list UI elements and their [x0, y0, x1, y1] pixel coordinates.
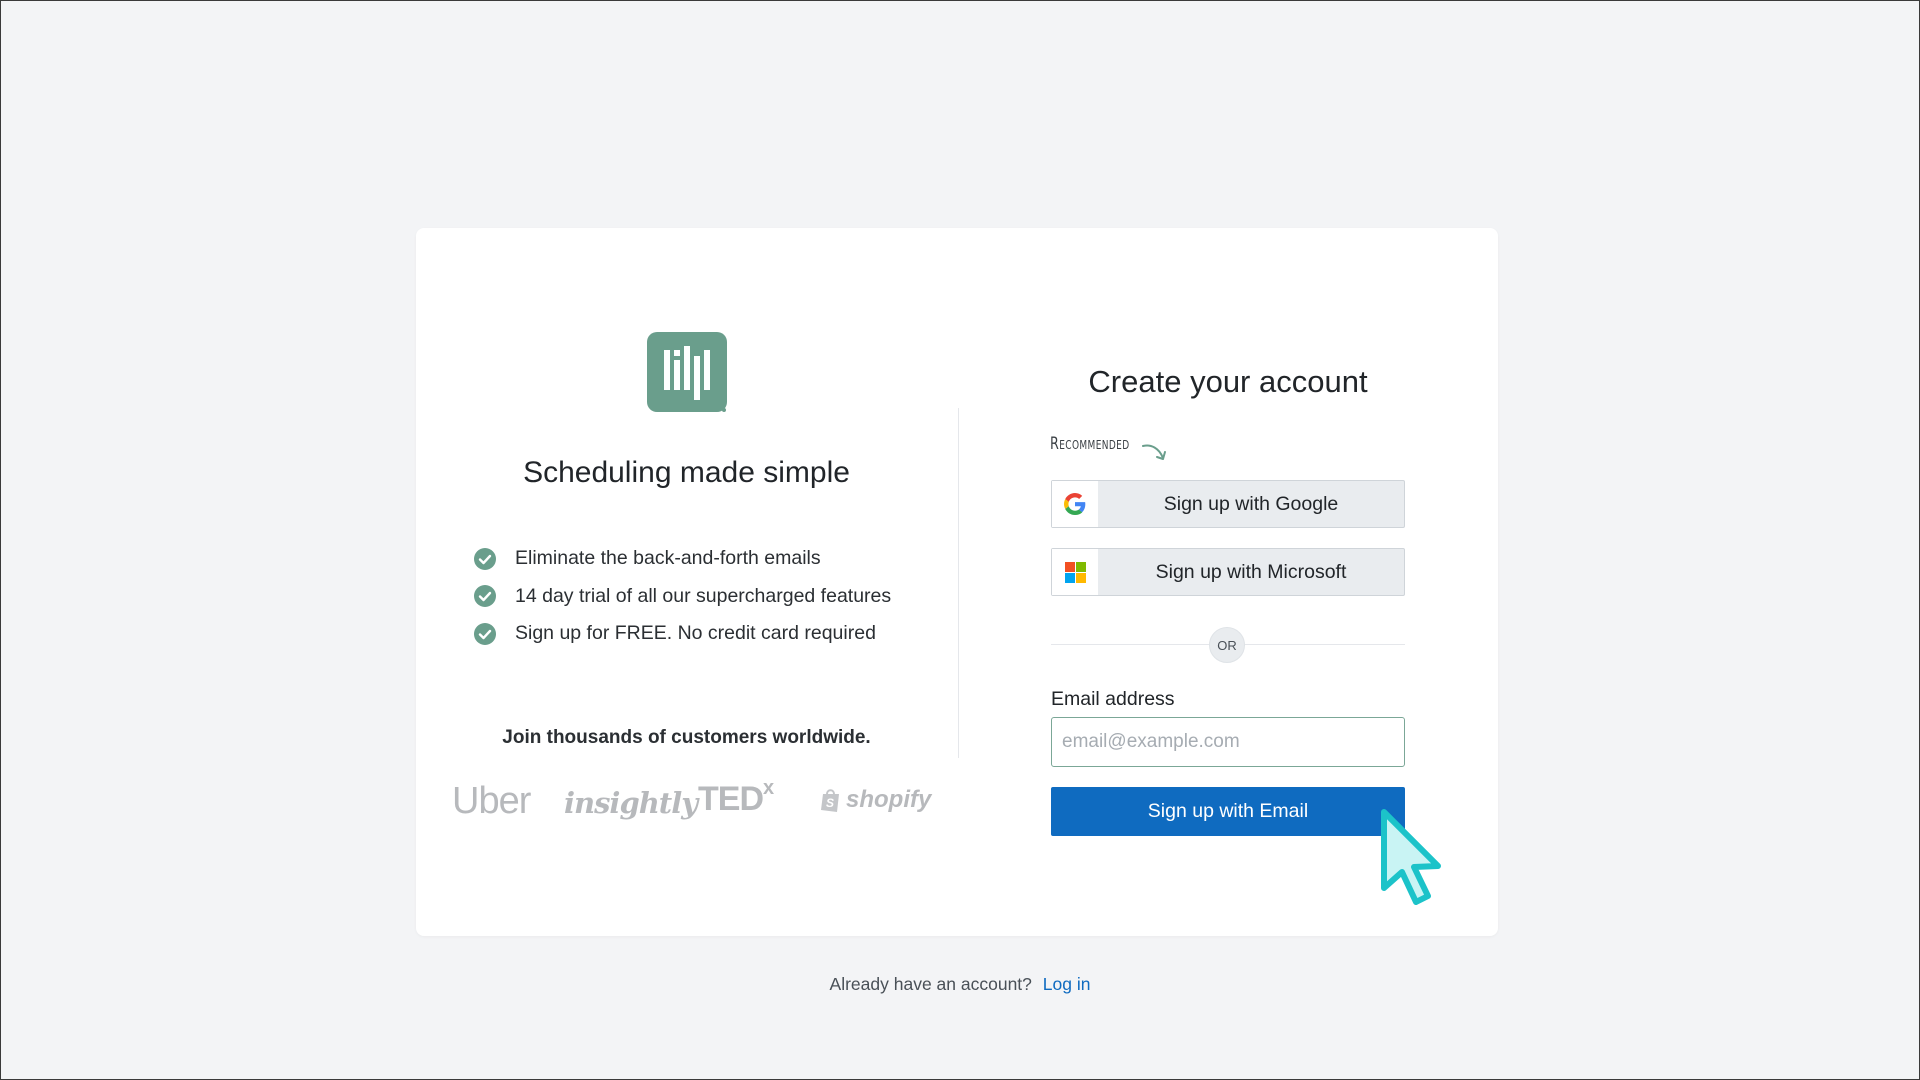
column-divider	[958, 408, 959, 758]
login-prompt-text: Already have an account?	[829, 974, 1032, 994]
insightly-logo: insightly	[564, 786, 698, 820]
tedx-logo: TEDx	[698, 776, 774, 819]
microsoft-button-label: Sign up with Microsoft	[1155, 560, 1347, 583]
email-label: Email address	[1051, 688, 1175, 710]
login-prompt: Already have an account? Log in	[0, 974, 1920, 995]
login-link[interactable]: Log in	[1043, 974, 1091, 994]
mouse-cursor-icon	[1381, 809, 1441, 905]
page-title: Create your account	[1088, 364, 1368, 399]
email-input[interactable]	[1051, 717, 1405, 767]
feature-text: Sign up for FREE. No credit card require…	[515, 622, 876, 645]
ted-x-text: x	[763, 776, 774, 799]
uber-logo: Uber	[452, 780, 531, 822]
tagline: Scheduling made simple	[523, 456, 850, 489]
shopify-text: shopify	[846, 786, 932, 813]
check-circle-icon	[474, 622, 496, 645]
or-divider-badge: OR	[1209, 627, 1245, 663]
ted-text: TED	[698, 780, 764, 818]
google-icon	[1064, 493, 1086, 515]
feature-list: Eliminate the back-and-forth emails 14 d…	[474, 540, 891, 653]
feature-item: Eliminate the back-and-forth emails	[474, 540, 891, 578]
feature-text: 14 day trial of all our supercharged fea…	[515, 584, 892, 607]
check-circle-icon	[474, 585, 496, 608]
microsoft-icon-box	[1052, 549, 1098, 595]
shopify-logo: S shopify	[820, 786, 931, 814]
recommended-label: Recommended	[1050, 434, 1130, 454]
app-logo-bars-icon	[647, 332, 727, 412]
shopify-bag-icon: S	[821, 789, 839, 812]
feature-item: 14 day trial of all our supercharged fea…	[474, 578, 891, 616]
email-signup-button[interactable]: Sign up with Email	[1051, 787, 1405, 836]
google-icon-box	[1052, 481, 1098, 527]
microsoft-icon	[1064, 561, 1086, 583]
curved-arrow-icon	[1142, 444, 1166, 460]
microsoft-signup-button[interactable]: Sign up with Microsoft	[1051, 548, 1405, 596]
google-signup-button[interactable]: Sign up with Google	[1051, 480, 1405, 528]
feature-item: Sign up for FREE. No credit card require…	[474, 615, 891, 653]
customer-logos: Uber insightly TEDx S shopify	[448, 776, 931, 826]
feature-text: Eliminate the back-and-forth emails	[515, 547, 821, 570]
check-circle-icon	[474, 547, 496, 570]
google-button-label: Sign up with Google	[1163, 492, 1339, 515]
customers-heading: Join thousands of customers worldwide.	[502, 727, 871, 748]
svg-text:S: S	[826, 796, 834, 810]
